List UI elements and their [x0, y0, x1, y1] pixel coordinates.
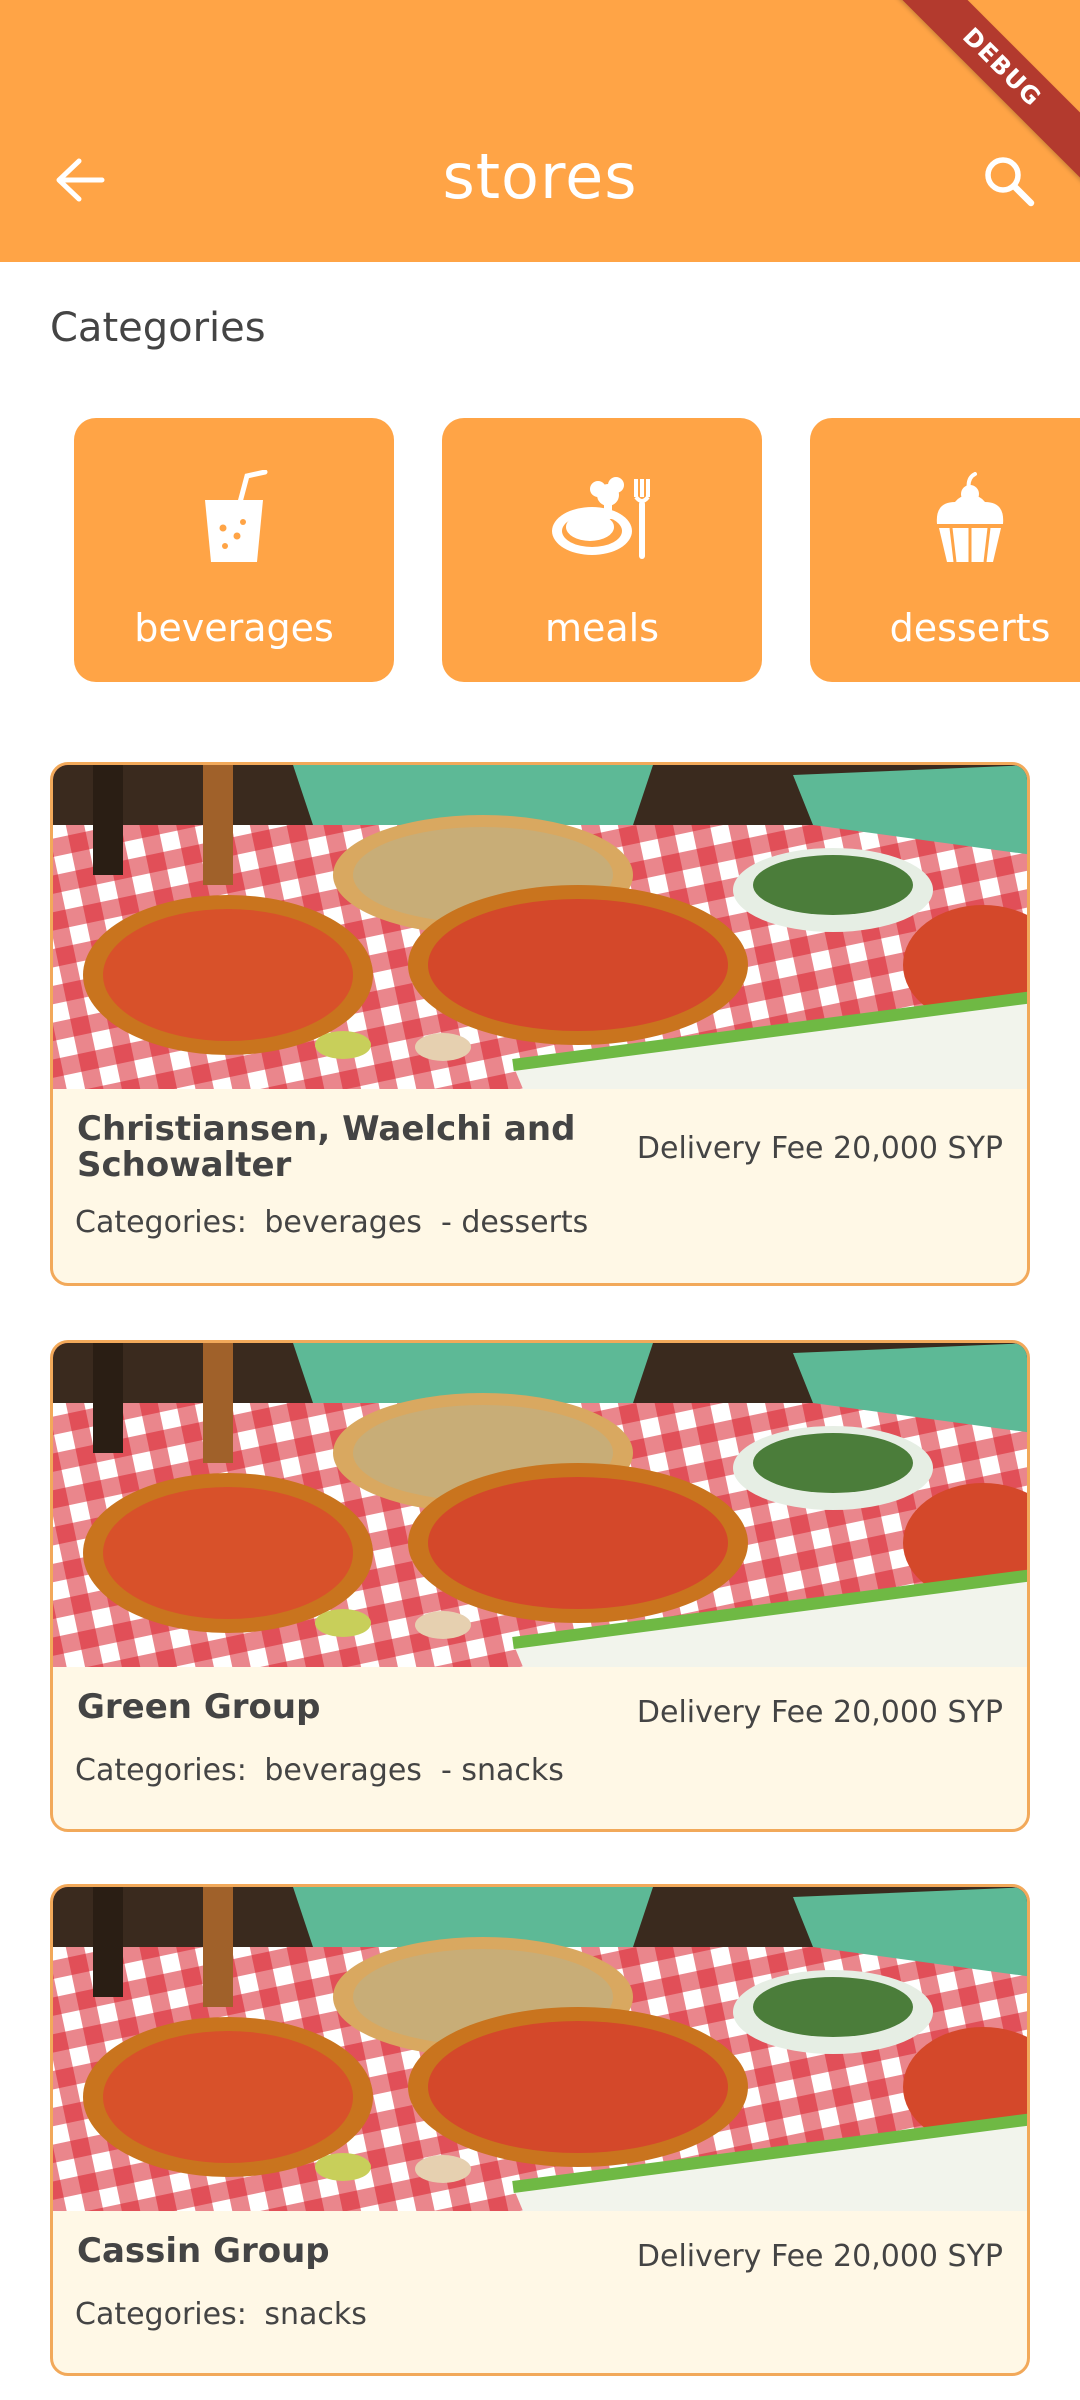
categories-value: snacks [264, 2297, 367, 2332]
store-categories: Categories: snacks [75, 2297, 367, 2332]
categories-value: beverages - snacks [264, 1753, 564, 1788]
store-name: Green Group [77, 1687, 321, 1727]
category-label: desserts [889, 606, 1051, 650]
search-button[interactable] [978, 150, 1040, 212]
category-label: beverages [134, 606, 334, 650]
category-label: meals [544, 606, 660, 650]
store-card[interactable]: Christiansen, Waelchi and Schowalter Del… [50, 762, 1030, 1286]
store-card[interactable]: Green Group Delivery Fee 20,000 SYP Cate… [50, 1340, 1030, 1832]
store-name: Cassin Group [77, 2231, 330, 2271]
cupcake-icon [936, 472, 1004, 563]
search-icon [985, 157, 1035, 207]
category-card-meals[interactable]: meals [442, 418, 762, 682]
category-card-desserts[interactable]: desserts [810, 418, 1080, 682]
store-image [53, 1887, 1027, 2211]
categories-value: beverages - desserts [264, 1205, 589, 1240]
categories-label: Categories: [75, 1205, 247, 1240]
store-card[interactable]: Cassin Group Delivery Fee 20,000 SYP Cat… [50, 1884, 1030, 2376]
delivery-fee: Delivery Fee 20,000 SYP [636, 1131, 1003, 1166]
delivery-fee: Delivery Fee 20,000 SYP [636, 1695, 1003, 1730]
delivery-fee: Delivery Fee 20,000 SYP [636, 2239, 1003, 2274]
categories-label: Categories: [75, 1753, 247, 1788]
categories-label: Categories: [75, 2297, 247, 2332]
store-image [53, 1343, 1027, 1667]
store-categories: Categories: beverages - desserts [75, 1205, 588, 1240]
page-title: stores [442, 140, 638, 213]
store-name: Christiansen, Waelchi and Schowalter [77, 1109, 576, 1185]
categories-title: Categories [50, 305, 266, 351]
drink-icon [205, 470, 268, 562]
meal-icon [552, 477, 650, 559]
store-image [53, 765, 1027, 1089]
categories-list[interactable]: beverages meals desserts [0, 418, 1080, 682]
category-card-beverages[interactable]: beverages [74, 418, 394, 682]
app-bar: stores DEBUG [0, 0, 1080, 262]
store-categories: Categories: beverages - snacks [75, 1753, 564, 1788]
